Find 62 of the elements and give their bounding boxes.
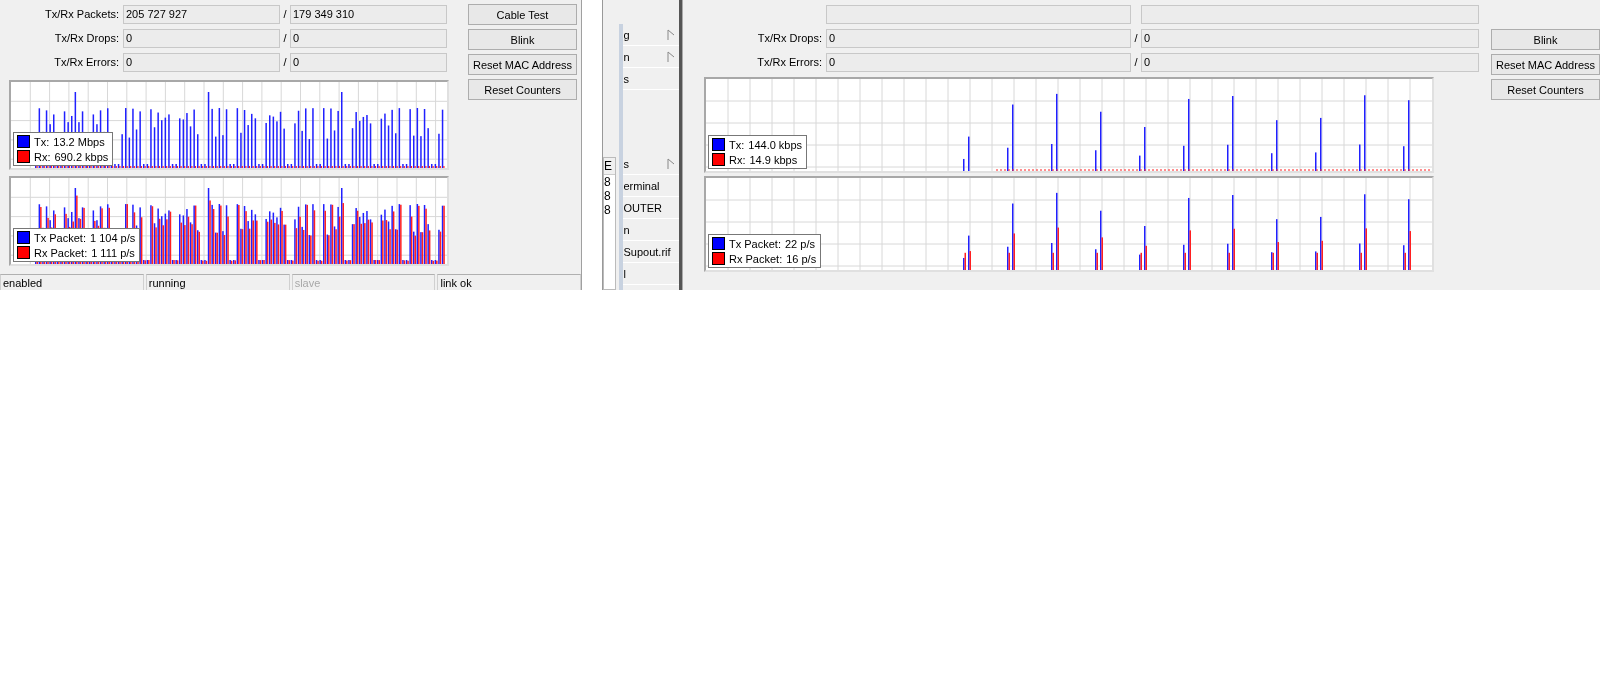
action-button[interactable]: Reset Counters	[1491, 79, 1600, 100]
menu-item[interactable]: s	[623, 153, 679, 175]
menu-item[interactable]: erminal	[623, 175, 679, 197]
rx-field[interactable]: 0	[290, 28, 447, 48]
field-label: Tx/Rx Packets:	[44, 8, 120, 20]
action-button[interactable]: Cable Test	[468, 4, 577, 25]
legend-value: 16 p/s	[786, 252, 817, 265]
legend-value: 144.0 kbps	[748, 138, 803, 151]
menu-item[interactable]: Supout.rif	[623, 241, 679, 263]
separator-text: /	[1133, 56, 1139, 68]
legend-value: 22 p/s	[784, 237, 815, 250]
field-label: Tx/Rx Errors:	[756, 56, 823, 68]
rx-field[interactable]: 0	[290, 52, 447, 72]
status-cell: running	[145, 274, 290, 290]
status-cell: link ok	[437, 274, 582, 290]
action-button[interactable]: Reset Counters	[468, 79, 577, 100]
action-button[interactable]: Blink	[468, 29, 577, 50]
tx-field[interactable]: 0	[123, 28, 280, 48]
legend-label: Tx Packet:	[34, 231, 86, 244]
menu-item[interactable]: n	[623, 46, 679, 68]
legend-value: 690.2 kbps	[54, 150, 109, 163]
field-label: Tx/Rx Drops:	[53, 32, 120, 44]
rx-field[interactable]: 0	[1141, 52, 1479, 72]
legend-label: Tx Packet:	[729, 237, 781, 250]
legend-label: Rx Packet:	[34, 246, 88, 259]
legend-value: 13.2 Mbps	[53, 135, 105, 148]
legend-value: 1 111 p/s	[91, 246, 135, 259]
menu-item[interactable]: n	[623, 219, 679, 241]
field-label: Tx/Rx Errors:	[53, 56, 120, 68]
status-cell: enabled	[0, 274, 144, 290]
separator-text: /	[282, 32, 288, 44]
tx-field[interactable]: 205 727 927	[123, 4, 280, 24]
legend-label: Rx:	[729, 153, 746, 166]
column-header: E	[604, 158, 616, 175]
rx-field[interactable]: 179 349 310	[290, 4, 447, 24]
legend-label: Rx:	[34, 150, 51, 163]
legend-label: Tx:	[34, 135, 50, 148]
rx-field[interactable]: 0	[1141, 28, 1479, 48]
table-cell-text: 8	[604, 203, 612, 217]
action-button[interactable]: Reset MAC Address	[468, 54, 577, 75]
separator-text: /	[1133, 32, 1139, 44]
table-cell-text: 8	[604, 189, 612, 203]
legend-value: 14.9 kbps	[749, 153, 798, 166]
tx-field[interactable]: 0	[123, 52, 280, 72]
menu-item[interactable]: s	[623, 68, 679, 90]
rx-field[interactable]	[1141, 4, 1479, 24]
menu-item[interactable]: l	[623, 263, 679, 285]
legend-value: 1 104 p/s	[89, 231, 136, 244]
table-cell-text: 8	[604, 175, 612, 189]
action-button[interactable]: Reset MAC Address	[1491, 54, 1600, 75]
separator-text: /	[282, 8, 288, 20]
legend-label: Rx Packet:	[729, 252, 783, 265]
menu-item[interactable]: OUTER	[623, 197, 679, 219]
field-label: Tx/Rx Drops:	[756, 32, 823, 44]
menu-item[interactable]: g	[623, 24, 679, 46]
tx-field[interactable]	[826, 4, 1131, 24]
tx-field[interactable]: 0	[826, 52, 1131, 72]
separator-text: /	[282, 56, 288, 68]
status-cell: slave	[291, 274, 436, 290]
legend-label: Tx:	[729, 138, 745, 151]
action-button[interactable]: Blink	[1491, 29, 1600, 50]
tx-field[interactable]: 0	[826, 28, 1131, 48]
